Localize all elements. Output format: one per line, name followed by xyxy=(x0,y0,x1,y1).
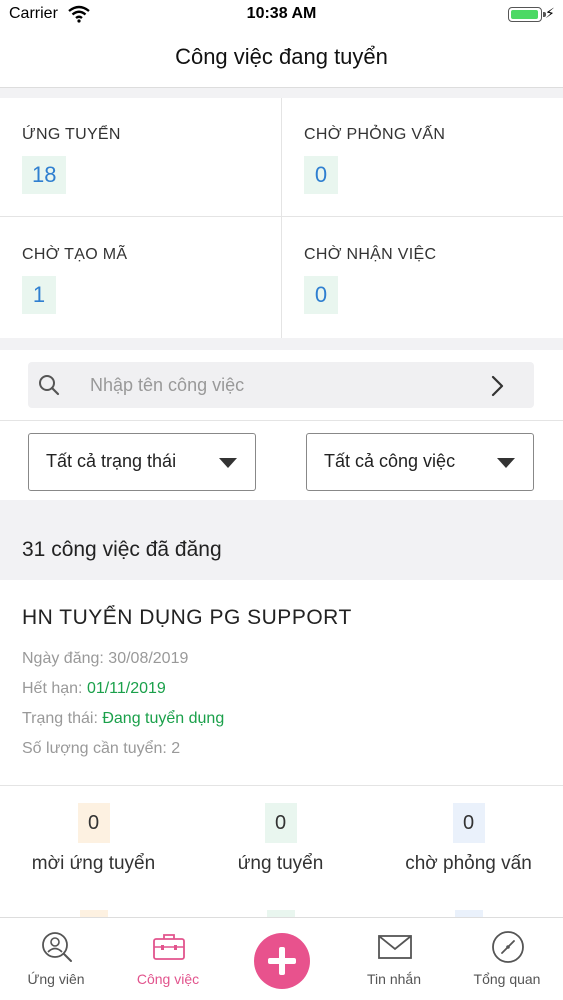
tab-messages[interactable]: Tin nhắn xyxy=(338,918,450,1000)
tab-label: Tin nhắn xyxy=(367,971,421,987)
metric-label: ứng tuyển xyxy=(237,853,324,874)
charging-icon: ⚡ xyxy=(545,5,555,21)
stat-label: CHỜ TẠO MÃ xyxy=(22,246,128,263)
tab-overview[interactable]: Tổng quan xyxy=(451,918,563,1000)
metric-value: 0 xyxy=(77,803,110,843)
job-status: Trạng thái: Đang tuyển dụng xyxy=(22,710,225,727)
filter-panel: Tất cả trạng thái Tất cả công việc xyxy=(0,350,563,500)
briefcase-icon xyxy=(153,934,185,960)
search-box[interactable] xyxy=(28,362,534,408)
add-job-button[interactable] xyxy=(254,933,310,989)
metric-value: 0 xyxy=(264,803,297,843)
tab-candidates[interactable]: Ứng viên xyxy=(0,918,112,1000)
status-filter-select[interactable]: Tất cả trạng thái xyxy=(28,433,256,491)
stat-awaiting-onboard[interactable]: CHỜ NHẬN VIỆC 0 xyxy=(282,218,563,338)
dropdown-caret-icon xyxy=(497,458,515,468)
page-title: Công việc đang tuyển xyxy=(175,44,388,69)
metric-label: chờ phỏng vấn xyxy=(405,853,532,874)
stat-value: 18 xyxy=(22,156,67,194)
job-expiry-date: Hết hạn: 01/11/2019 xyxy=(22,680,166,697)
stat-applied[interactable]: ỨNG TUYỂN 18 xyxy=(0,98,281,218)
tab-label: Công việc xyxy=(136,971,200,987)
chevron-right-icon[interactable] xyxy=(490,375,504,397)
job-title[interactable]: HN TUYỂN DỤNG PG SUPPORT xyxy=(22,606,352,630)
stat-awaiting-code[interactable]: CHỜ TẠO MÃ 1 xyxy=(0,218,281,338)
mail-icon xyxy=(378,935,412,959)
divider xyxy=(281,98,282,338)
nav-header: Công việc đang tuyển xyxy=(0,30,563,88)
stat-value: 1 xyxy=(22,276,56,314)
candidate-icon xyxy=(42,932,72,962)
job-filter-select[interactable]: Tất cả công việc xyxy=(306,433,534,491)
divider xyxy=(0,785,563,786)
tab-bar: Ứng viên Công việc Tin nhắn Tổng quan xyxy=(0,917,563,1000)
stat-value: 0 xyxy=(304,276,338,314)
tab-label: Ứng viên xyxy=(27,971,85,987)
job-count-title: 31 công việc đã đăng xyxy=(22,538,222,561)
metric-label: mời ứng tuyển xyxy=(31,853,156,874)
battery-icon xyxy=(508,7,546,22)
clock: 10:38 AM xyxy=(246,5,317,22)
divider xyxy=(0,420,563,421)
compass-icon xyxy=(492,931,524,963)
job-posted-date: Ngày đăng: 30/08/2019 xyxy=(22,650,189,667)
job-filter-value: Tất cả công việc xyxy=(324,451,456,471)
metric-value: 0 xyxy=(452,803,485,843)
stat-label: CHỜ NHẬN VIỆC xyxy=(304,246,437,263)
tab-jobs[interactable]: Công việc xyxy=(112,918,224,1000)
stat-label: CHỜ PHỎNG VẤN xyxy=(304,126,446,143)
divider xyxy=(0,216,563,217)
search-input[interactable] xyxy=(90,362,470,408)
metric-applied[interactable]: 0 ứng tuyển xyxy=(187,803,374,893)
job-quantity: Số lượng cần tuyển: 2 xyxy=(22,740,181,757)
tab-label: Tổng quan xyxy=(473,971,541,987)
metric-interview[interactable]: 0 chờ phỏng vấn xyxy=(375,803,562,893)
metric-invited[interactable]: 0 mời ứng tuyển xyxy=(0,803,187,893)
job-card[interactable]: HN TUYỂN DỤNG PG SUPPORT Ngày đăng: 30/0… xyxy=(0,580,563,920)
dropdown-caret-icon xyxy=(219,458,237,468)
stat-awaiting-interview[interactable]: CHỜ PHỎNG VẤN 0 xyxy=(282,98,563,218)
status-filter-value: Tất cả trạng thái xyxy=(46,451,177,471)
stat-value: 0 xyxy=(304,156,338,194)
search-icon xyxy=(39,375,60,396)
stat-label: ỨNG TUYỂN xyxy=(22,126,121,143)
status-bar: Carrier 10:38 AM ⚡ xyxy=(0,0,563,30)
stats-panel: ỨNG TUYỂN 18 CHỜ PHỎNG VẤN 0 CHỜ TẠO MÃ … xyxy=(0,98,563,338)
